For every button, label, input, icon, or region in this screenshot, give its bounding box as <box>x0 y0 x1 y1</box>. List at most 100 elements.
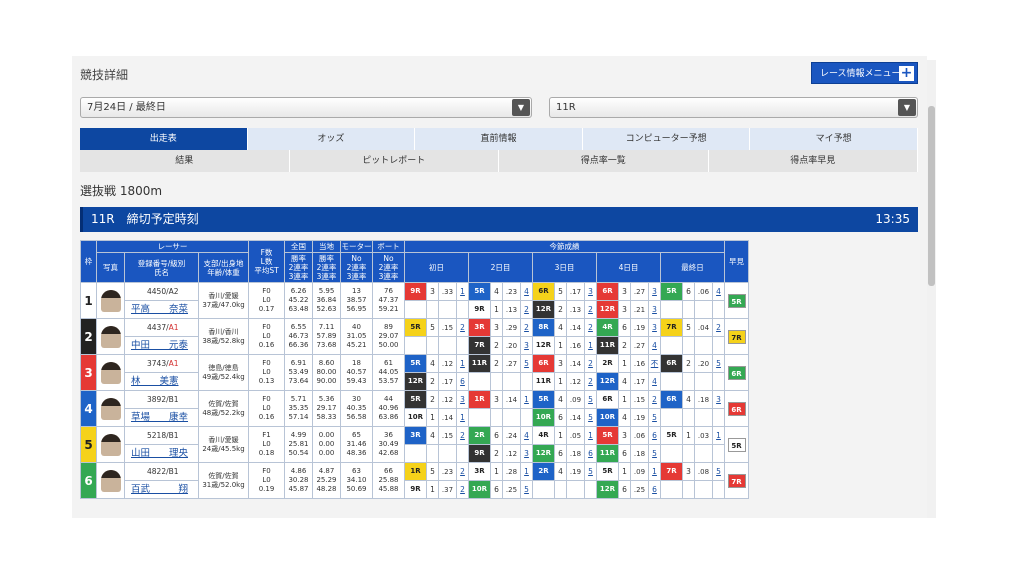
race-select[interactable]: 11R ▼ <box>549 97 918 118</box>
result-cell[interactable]: 6 <box>648 480 661 499</box>
subtab-1[interactable]: 結果 <box>80 150 290 172</box>
racer-name-link[interactable]: 中田 元泰 <box>124 336 199 355</box>
result-link[interactable]: 1 <box>460 287 465 296</box>
hayami-badge[interactable]: 5R <box>727 437 746 452</box>
racer-name-link[interactable]: 山田 理央 <box>124 444 199 463</box>
result-link[interactable]: 2 <box>460 485 465 494</box>
racer-photo[interactable] <box>96 390 125 427</box>
result-link[interactable]: 2 <box>652 395 657 404</box>
result-cell[interactable]: 2 <box>456 426 469 445</box>
racer-name-link[interactable]: 林 美憲 <box>124 372 199 391</box>
result-link[interactable]: 5 <box>716 467 721 476</box>
result-link[interactable]: 1 <box>652 467 657 476</box>
result-cell[interactable]: 3 <box>648 318 661 337</box>
result-link[interactable]: 5 <box>588 395 593 404</box>
result-cell[interactable]: 3 <box>520 336 533 355</box>
result-cell[interactable]: 1 <box>584 336 597 355</box>
result-cell[interactable]: 4 <box>648 372 661 391</box>
result-cell[interactable]: 5 <box>712 462 725 481</box>
result-cell[interactable]: 4 <box>648 336 661 355</box>
result-cell[interactable]: 2 <box>456 462 469 481</box>
racer-name-link[interactable]: 百武 翔 <box>124 480 199 499</box>
tab-5[interactable]: マイ予想 <box>750 128 918 150</box>
hayami-badge[interactable]: 7R <box>727 329 746 344</box>
result-cell[interactable]: 1 <box>712 426 725 445</box>
result-cell[interactable]: 2 <box>712 318 725 337</box>
result-cell[interactable]: 6 <box>648 426 661 445</box>
result-cell[interactable]: 1 <box>456 408 469 427</box>
result-link[interactable]: 2 <box>460 431 465 440</box>
result-link[interactable]: 6 <box>652 485 657 494</box>
race-menu-button[interactable]: レース情報メニュー + <box>811 62 918 84</box>
result-cell[interactable]: 5 <box>584 390 597 409</box>
result-link[interactable]: 5 <box>652 449 657 458</box>
result-link[interactable]: 2 <box>460 323 465 332</box>
result-cell[interactable]: 2 <box>520 300 533 319</box>
result-link[interactable]: 3 <box>652 287 657 296</box>
tab-2[interactable]: オッズ <box>247 128 416 150</box>
result-cell[interactable]: 5 <box>584 462 597 481</box>
result-link[interactable]: 4 <box>716 287 721 296</box>
result-cell[interactable]: 5 <box>648 408 661 427</box>
result-link[interactable]: 3 <box>524 449 529 458</box>
result-cell[interactable]: 1 <box>584 426 597 445</box>
result-link[interactable]: 2 <box>588 377 593 386</box>
result-cell[interactable]: 3 <box>648 282 661 301</box>
result-link[interactable]: 1 <box>524 467 529 476</box>
result-cell[interactable]: 5 <box>584 408 597 427</box>
result-link[interactable]: 不 <box>651 359 659 368</box>
result-link[interactable]: 6 <box>588 449 593 458</box>
result-link[interactable]: 2 <box>524 323 529 332</box>
subtab-2[interactable]: ピットレポート <box>289 150 499 172</box>
result-cell[interactable]: 3 <box>712 390 725 409</box>
result-cell[interactable]: 6 <box>584 444 597 463</box>
result-link[interactable]: 3 <box>524 341 529 350</box>
hayami-badge[interactable]: 5R <box>727 293 746 308</box>
result-link[interactable]: 5 <box>652 413 657 422</box>
result-link[interactable]: 1 <box>716 431 721 440</box>
result-cell[interactable]: 2 <box>648 390 661 409</box>
tab-3[interactable]: 直前情報 <box>415 128 583 150</box>
racer-photo[interactable] <box>96 426 125 463</box>
result-cell[interactable]: 3 <box>456 390 469 409</box>
result-link[interactable]: 2 <box>524 305 529 314</box>
result-link[interactable]: 6 <box>652 431 657 440</box>
result-cell[interactable]: 6 <box>456 372 469 391</box>
racer-photo[interactable] <box>96 462 125 499</box>
result-link[interactable]: 1 <box>524 395 529 404</box>
tab-4[interactable]: コンピューター予想 <box>582 128 751 150</box>
result-link[interactable]: 2 <box>460 467 465 476</box>
result-cell[interactable]: 1 <box>456 282 469 301</box>
racer-photo[interactable] <box>96 318 125 355</box>
result-cell[interactable]: 2 <box>584 354 597 373</box>
result-link[interactable]: 1 <box>588 341 593 350</box>
result-link[interactable]: 5 <box>524 485 529 494</box>
racer-name-link[interactable]: 平高 奈菜 <box>124 300 199 319</box>
racer-photo[interactable] <box>96 282 125 319</box>
result-cell[interactable]: 不 <box>648 354 661 373</box>
result-cell[interactable]: 1 <box>520 390 533 409</box>
result-cell[interactable]: 2 <box>584 300 597 319</box>
tab-1[interactable]: 出走表 <box>80 128 248 150</box>
result-link[interactable]: 2 <box>588 323 593 332</box>
result-link[interactable]: 3 <box>652 323 657 332</box>
result-cell[interactable]: 4 <box>520 282 533 301</box>
result-cell[interactable]: 1 <box>648 462 661 481</box>
result-link[interactable]: 5 <box>716 359 721 368</box>
result-cell[interactable]: 5 <box>520 480 533 499</box>
result-link[interactable]: 1 <box>460 413 465 422</box>
result-cell[interactable]: 1 <box>520 462 533 481</box>
result-cell[interactable]: 2 <box>584 318 597 337</box>
result-link[interactable]: 3 <box>588 287 593 296</box>
result-link[interactable]: 4 <box>652 341 657 350</box>
result-cell[interactable]: 2 <box>456 480 469 499</box>
result-cell[interactable]: 5 <box>712 354 725 373</box>
result-link[interactable]: 6 <box>460 377 465 386</box>
subtab-4[interactable]: 得点率早見 <box>708 150 918 172</box>
result-link[interactable]: 5 <box>588 413 593 422</box>
result-cell[interactable]: 3 <box>584 282 597 301</box>
result-link[interactable]: 2 <box>716 323 721 332</box>
scrollbar-thumb[interactable] <box>928 106 935 286</box>
result-link[interactable]: 1 <box>460 359 465 368</box>
result-cell[interactable]: 5 <box>520 354 533 373</box>
